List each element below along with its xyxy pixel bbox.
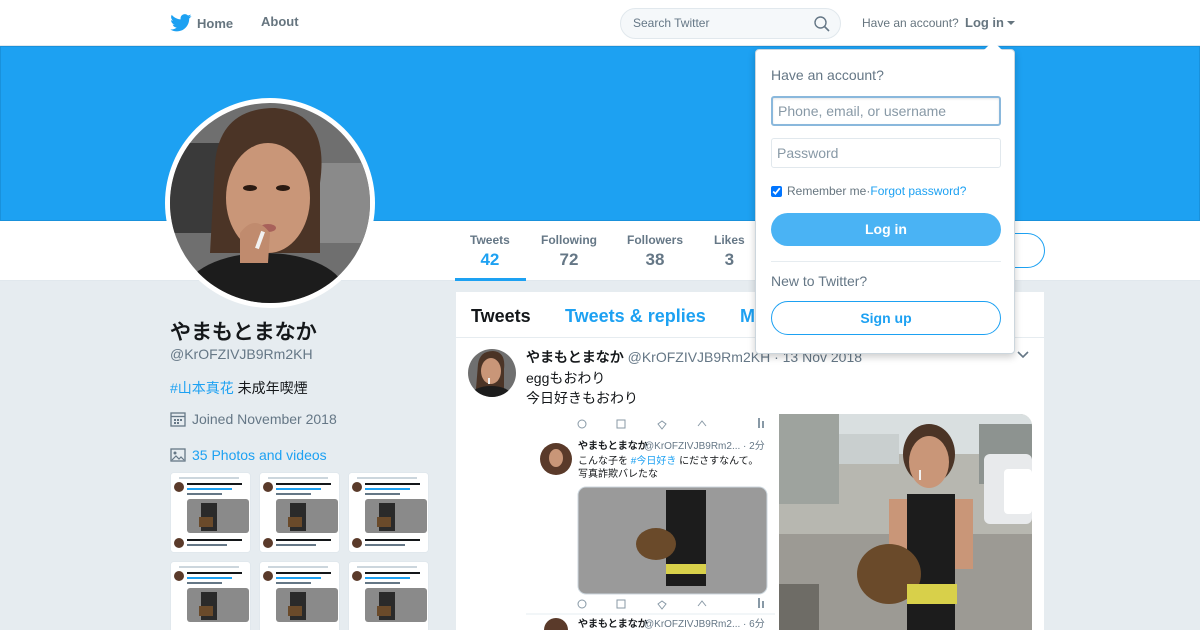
- bio-hashtag-link[interactable]: #山本真花: [170, 380, 234, 396]
- login-button[interactable]: Log in: [771, 213, 1001, 246]
- tweet-author-name[interactable]: やまもとまなか: [526, 349, 624, 365]
- password-input[interactable]: [771, 138, 1001, 168]
- thumbnail-image: [171, 562, 250, 630]
- login-link-label: Log in: [965, 15, 1004, 30]
- dropdown-divider: [771, 261, 1001, 262]
- remember-me-label[interactable]: Remember me: [787, 184, 866, 198]
- signup-button[interactable]: Sign up: [771, 301, 1001, 335]
- embedded-tweet-line-part: こんな子を: [578, 455, 631, 467]
- embedded-tweet-line: こんな子を #今日好き にださすなんて。: [578, 454, 758, 467]
- stat-value: 3: [724, 250, 735, 269]
- tweet-media-image[interactable]: やまもとまなか @KrOFZIVJB9Rm2... · 2分 こんな子を #今日…: [526, 414, 775, 630]
- forgot-password-link[interactable]: Forgot password?: [870, 184, 966, 198]
- profile-joined-date: Joined November 2018: [170, 411, 337, 427]
- image-icon: [170, 448, 186, 462]
- stat-tweets[interactable]: Tweets 42: [470, 233, 510, 270]
- photos-link-label: 35 Photos and videos: [192, 447, 327, 463]
- search-icon[interactable]: [814, 16, 830, 32]
- embedded-tweet-hashtag: #今日好き: [631, 454, 677, 467]
- stat-label: Likes: [714, 233, 745, 247]
- thumbnail-image: [349, 562, 428, 630]
- tweet-text-line: eggもおわり: [526, 370, 606, 386]
- remember-me-row: Remember me · Forgot password?: [771, 184, 966, 198]
- top-navbar: Home About Have an account? Log in: [0, 0, 1200, 46]
- tab-media[interactable]: M: [740, 306, 755, 327]
- photo-thumbnail[interactable]: [259, 561, 340, 630]
- new-to-twitter-text: New to Twitter?: [771, 273, 868, 289]
- street-photo-image: [779, 414, 1032, 630]
- calendar-icon: [170, 412, 186, 427]
- stat-value: 42: [480, 250, 500, 269]
- search-input[interactable]: [633, 16, 803, 30]
- thumbnail-image: [171, 473, 250, 552]
- thumbnail-image: [260, 473, 339, 552]
- photo-thumbnail[interactable]: [348, 561, 429, 630]
- tweet-text-line: 今日好きもおわり: [526, 390, 638, 406]
- embedded-tweet-name: やまもとまなか: [578, 440, 648, 452]
- caret-down-icon: [1007, 20, 1015, 25]
- nav-about[interactable]: About: [261, 14, 299, 29]
- photo-thumbnail[interactable]: [170, 561, 251, 630]
- login-dropdown-toggle[interactable]: Log in: [965, 15, 1015, 30]
- active-stat-underline: [455, 278, 526, 281]
- joined-text: Joined November 2018: [192, 411, 337, 427]
- photo-thumbnail[interactable]: [259, 472, 340, 553]
- remember-me-checkbox[interactable]: [771, 185, 782, 197]
- tab-tweets-replies[interactable]: Tweets & replies: [565, 306, 706, 327]
- embedded-screenshot-image: やまもとまなか @KrOFZIVJB9Rm2... · 2分 こんな子を #今日…: [526, 414, 775, 630]
- username-input[interactable]: [771, 96, 1001, 126]
- profile-avatar[interactable]: [165, 98, 375, 308]
- stat-value: 38: [645, 250, 665, 269]
- embedded-tweet-line-part: にださすなんて。: [676, 455, 758, 467]
- avatar-photo: [170, 103, 370, 303]
- profile-display-name[interactable]: やまもとまなか: [170, 316, 317, 346]
- profile-bio: #山本真花 未成年喫煙: [170, 378, 308, 398]
- stat-likes[interactable]: Likes 3: [714, 233, 745, 270]
- stat-label: Following: [541, 233, 597, 247]
- embedded-tweet-name-2: やまもとまなか: [578, 618, 648, 630]
- tab-tweets[interactable]: Tweets: [471, 306, 531, 327]
- twitter-bird-icon: [170, 14, 192, 32]
- thumbnail-image: [349, 473, 428, 552]
- stat-following[interactable]: Following 72: [541, 233, 597, 270]
- tweet-avatar[interactable]: [468, 349, 516, 397]
- have-account-text: Have an account?: [862, 16, 959, 30]
- embedded-tweet-handle: @KrOFZIVJB9Rm2... · 2分: [644, 440, 765, 452]
- login-dropdown-title: Have an account?: [771, 67, 884, 83]
- embedded-tweet-handle-2: @KrOFZIVJB9Rm2... · 6分: [644, 618, 765, 630]
- dropdown-arrow: [984, 41, 1002, 50]
- tweet-avatar-photo: [468, 349, 516, 397]
- profile-handle[interactable]: @KrOFZIVJB9Rm2KH: [170, 346, 313, 362]
- stat-followers[interactable]: Followers 38: [627, 233, 683, 270]
- photo-thumbnail-grid: [170, 472, 432, 630]
- stat-value: 72: [559, 250, 579, 269]
- photo-thumbnail[interactable]: [170, 472, 251, 553]
- login-dropdown: Have an account? Remember me · Forgot pa…: [755, 41, 1015, 354]
- photo-thumbnail[interactable]: [348, 472, 429, 553]
- tweet-author-handle[interactable]: @KrOFZIVJB9Rm2KH: [628, 349, 771, 365]
- tweet-media-image[interactable]: [779, 414, 1032, 630]
- embedded-tweet-line: 写真詐欺バレたな: [578, 467, 658, 480]
- avatar: [170, 103, 370, 303]
- stat-label: Followers: [627, 233, 684, 247]
- bio-text: 未成年喫煙: [233, 380, 308, 396]
- thumbnail-image: [260, 562, 339, 630]
- stat-label: Tweets: [470, 233, 510, 247]
- search-box[interactable]: [620, 8, 841, 39]
- chevron-down-icon[interactable]: [1017, 351, 1029, 359]
- photos-videos-link[interactable]: 35 Photos and videos: [170, 447, 327, 463]
- nav-home[interactable]: Home: [170, 14, 233, 32]
- nav-home-label: Home: [197, 15, 234, 31]
